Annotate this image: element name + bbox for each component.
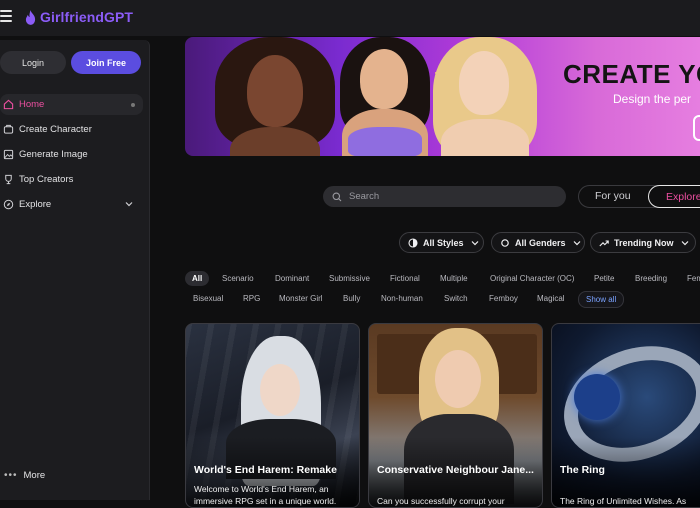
top-bar: GirlfriendGPT [0,0,700,36]
card-gem [574,374,620,420]
show-all-tags-button[interactable]: Show all [578,291,625,308]
tag-petite[interactable]: Petite [594,274,614,283]
tab-for-you[interactable]: For you [595,190,631,202]
flame-logo-icon [25,9,36,25]
search-placeholder: Search [349,191,380,202]
sidebar-item-explore[interactable]: Explore [0,194,143,215]
tag-magical[interactable]: Magical [537,294,565,303]
banner-cta-button[interactable] [693,115,700,141]
active-dot-icon [131,103,135,107]
join-free-button[interactable]: Join Free [71,51,141,74]
card-title: The Ring [560,464,605,476]
login-button[interactable]: Login [0,51,66,74]
trophy-icon [5,174,12,185]
tag-all[interactable]: All [185,271,210,286]
sidebar-item-generate-image[interactable]: Generate Image [0,144,143,165]
more-label: More [23,470,46,481]
card-description: Can you successfully corrupt your [377,496,505,506]
card-figure-face [435,350,481,408]
genders-filter-label: All Genders [515,237,566,248]
tag-original-character[interactable]: Original Character (OC) [490,274,574,283]
sidebar-item-label: Generate Image [19,149,88,160]
sidebar-item-label: Top Creators [19,174,74,185]
character-card[interactable]: The Ring The Ring of Unlimited Wishes. A… [551,323,700,508]
card-title: World's End Harem: Remake [194,464,337,476]
logo-text: GirlfriendGPT [40,9,134,25]
banner-model-3 [425,37,545,156]
character-card[interactable]: Conservative Neighbour Jane... Can you s… [368,323,543,508]
card-description: Welcome to World's End Harem, an immersi… [194,484,337,506]
create-icon [3,124,14,134]
promo-banner[interactable]: CREATE YOU Design the per [185,37,700,156]
tag-fictional[interactable]: Fictional [390,274,420,283]
trending-icon [599,239,609,246]
styles-icon [408,237,418,248]
tag-bisexual[interactable]: Bisexual [193,294,223,303]
compass-icon [3,199,14,210]
styles-filter-label: All Styles [423,237,464,248]
image-icon [3,149,14,160]
chevron-down-icon [471,240,478,245]
sort-dropdown[interactable]: Trending Now [590,232,696,253]
tag-dominant[interactable]: Dominant [275,274,309,283]
chevron-down-icon [681,240,688,245]
logo[interactable]: GirlfriendGPT [25,9,133,25]
banner-subtitle: Design the per [613,92,692,106]
search-icon [332,192,342,201]
sidebar-item-home[interactable]: Home [0,94,143,115]
character-card[interactable]: World's End Harem: Remake Welcome to Wor… [185,323,360,508]
sidebar-item-top-creators[interactable]: Top Creators [0,169,143,190]
tag-femboy[interactable]: Femboy [489,294,518,303]
chevron-down-icon[interactable] [125,200,133,208]
search-input[interactable]: Search [323,186,566,207]
tab-explore[interactable]: Explore [648,185,700,208]
sidebar-item-label: Home [19,99,45,110]
card-figure-face [260,364,300,416]
tag-non-human[interactable]: Non-human [381,294,423,303]
banner-model-2 [330,37,440,156]
tag-submissive[interactable]: Submissive [329,274,370,283]
genders-filter-dropdown[interactable]: All Genders [491,232,585,253]
tag-rpg[interactable]: RPG [243,294,260,303]
tag-monster-girl[interactable]: Monster Girl [279,294,323,303]
tag-breeding[interactable]: Breeding [635,274,667,283]
sidebar-item-label: Explore [19,199,52,210]
styles-filter-dropdown[interactable]: All Styles [399,232,484,253]
more-button[interactable]: ••• More [4,470,45,481]
tag-multiple[interactable]: Multiple [440,274,468,283]
sidebar: Login Join Free Home Create Character Ge… [0,40,150,500]
tag-switch[interactable]: Switch [444,294,468,303]
card-title: Conservative Neighbour Jane... [377,464,534,476]
tag-scenario[interactable]: Scenario [222,274,254,283]
banner-title: CREATE YOU [563,59,700,89]
tag-fem[interactable]: Fem [687,274,700,283]
gender-icon [501,238,509,247]
chevron-down-icon [573,240,580,245]
card-description: The Ring of Unlimited Wishes. As [560,496,687,506]
sidebar-item-create-character[interactable]: Create Character [0,119,143,140]
tag-bully[interactable]: Bully [343,294,360,303]
ellipsis-icon: ••• [4,470,18,481]
sidebar-item-label: Create Character [19,124,92,135]
home-icon [3,99,14,110]
banner-model-1 [210,37,340,156]
sort-label: Trending Now [614,237,674,248]
hamburger-icon[interactable] [0,10,12,22]
